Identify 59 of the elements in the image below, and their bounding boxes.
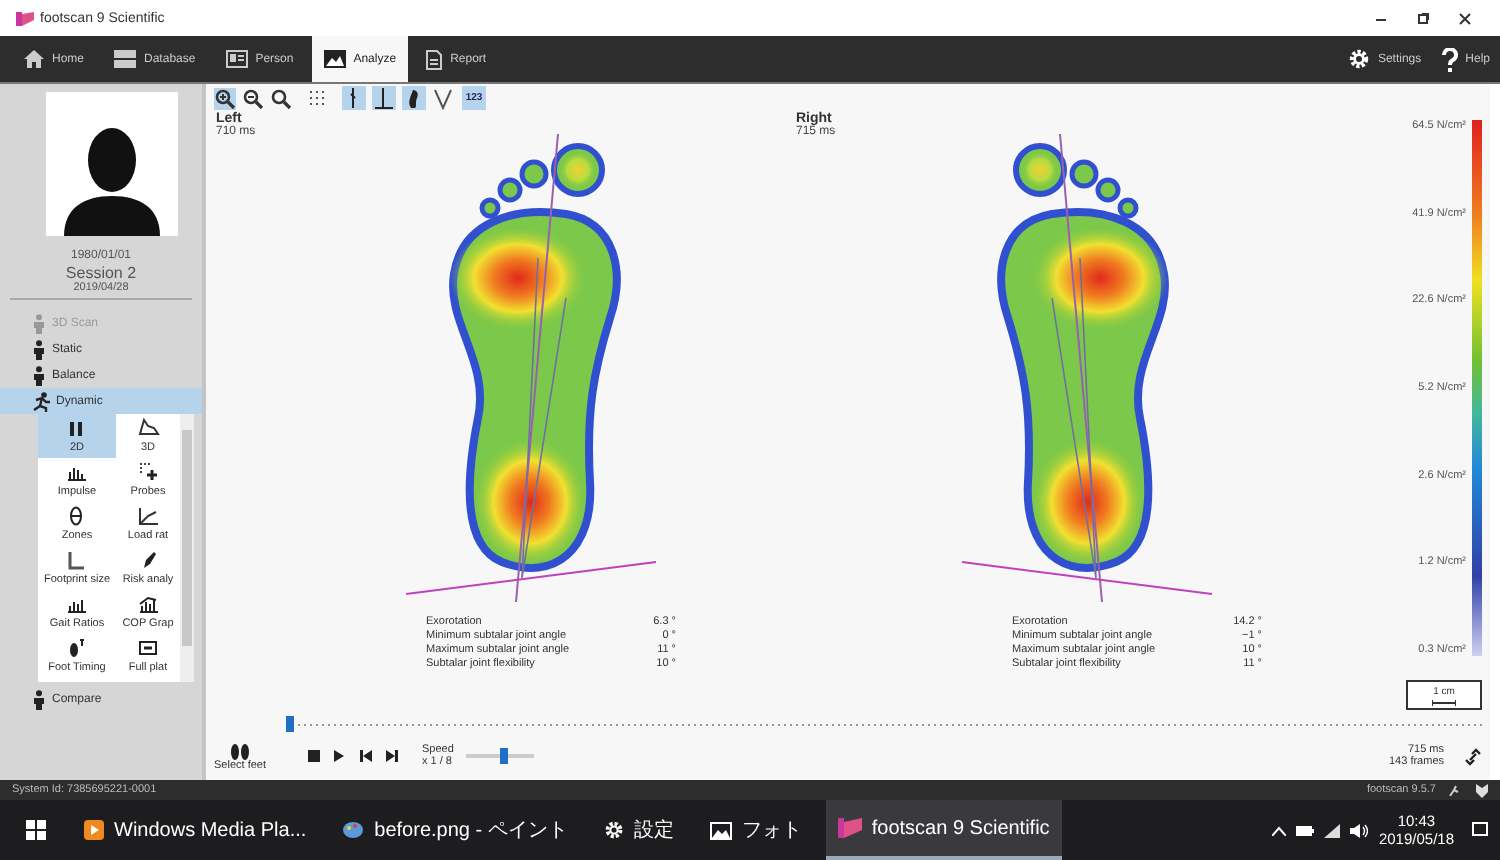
zoom-out-icon[interactable] xyxy=(242,87,264,109)
slider-thumb[interactable] xyxy=(499,748,508,764)
taskbar-app[interactable]: footscan 9 Scientific xyxy=(825,800,1062,860)
skip-back-button[interactable] xyxy=(358,749,372,763)
question-mark-icon xyxy=(1441,47,1458,71)
skip-back-icon xyxy=(359,750,371,762)
close-icon[interactable] xyxy=(1458,11,1472,25)
app-logo-icon xyxy=(837,818,862,838)
home-icon xyxy=(24,50,44,68)
id-card-icon xyxy=(225,50,248,68)
image-icon xyxy=(709,821,732,839)
grid-icon[interactable] xyxy=(306,87,328,109)
stop-icon xyxy=(307,750,319,762)
play-button[interactable] xyxy=(332,749,346,763)
paint-palette-icon xyxy=(342,820,365,840)
wifi-icon[interactable] xyxy=(1324,823,1341,837)
axis-icon[interactable] xyxy=(342,86,366,110)
shield-icon xyxy=(1476,783,1488,797)
media-player-icon xyxy=(84,820,104,840)
timeline-thumb[interactable] xyxy=(286,716,294,732)
document-icon xyxy=(426,49,443,69)
line-chart-icon xyxy=(137,506,159,526)
person-icon xyxy=(32,365,46,385)
person-icon xyxy=(32,313,46,333)
plate-icon xyxy=(137,638,159,658)
notification-icon[interactable] xyxy=(1472,822,1488,838)
ruler-icon xyxy=(66,550,88,570)
restore-icon[interactable] xyxy=(1416,11,1430,25)
taskbar-app[interactable]: フォト xyxy=(697,800,814,860)
session-title: Session 2 xyxy=(63,264,139,282)
stop-button[interactable] xyxy=(306,749,320,763)
play-icon xyxy=(334,750,344,762)
image-icon xyxy=(323,50,346,68)
skip-forward-button[interactable] xyxy=(384,749,398,763)
skip-forward-icon xyxy=(385,750,397,762)
settings-icon xyxy=(603,820,624,840)
app-logo-icon xyxy=(16,11,34,25)
chevron-up-icon[interactable] xyxy=(1272,825,1287,835)
ruler-icon xyxy=(1432,699,1456,705)
bar-chart-icon xyxy=(66,594,88,614)
taskbar-app[interactable]: Windows Media Pla... xyxy=(72,800,319,860)
volume-icon[interactable] xyxy=(1350,823,1369,837)
taskbar-app[interactable]: before.png - ペイント xyxy=(330,800,580,860)
angle-icon[interactable] xyxy=(372,86,396,110)
person-icon xyxy=(32,339,46,359)
zoom-fit-icon[interactable] xyxy=(270,87,292,109)
v-lines-icon[interactable] xyxy=(432,86,456,110)
person-icon xyxy=(32,689,46,709)
windows-logo-icon xyxy=(26,820,46,840)
battery-icon[interactable] xyxy=(1296,825,1315,835)
crosshair-icon xyxy=(137,462,159,482)
settings-icon xyxy=(1347,48,1370,70)
drawer-icon xyxy=(114,50,137,68)
scrollbar[interactable] xyxy=(180,414,194,682)
link-icon[interactable] xyxy=(1464,747,1482,765)
zoom-in-icon[interactable] xyxy=(214,87,236,109)
bar-chart-icon xyxy=(66,462,88,482)
taskbar-app[interactable]: 設定 xyxy=(591,800,686,860)
chart-icon xyxy=(137,594,159,614)
